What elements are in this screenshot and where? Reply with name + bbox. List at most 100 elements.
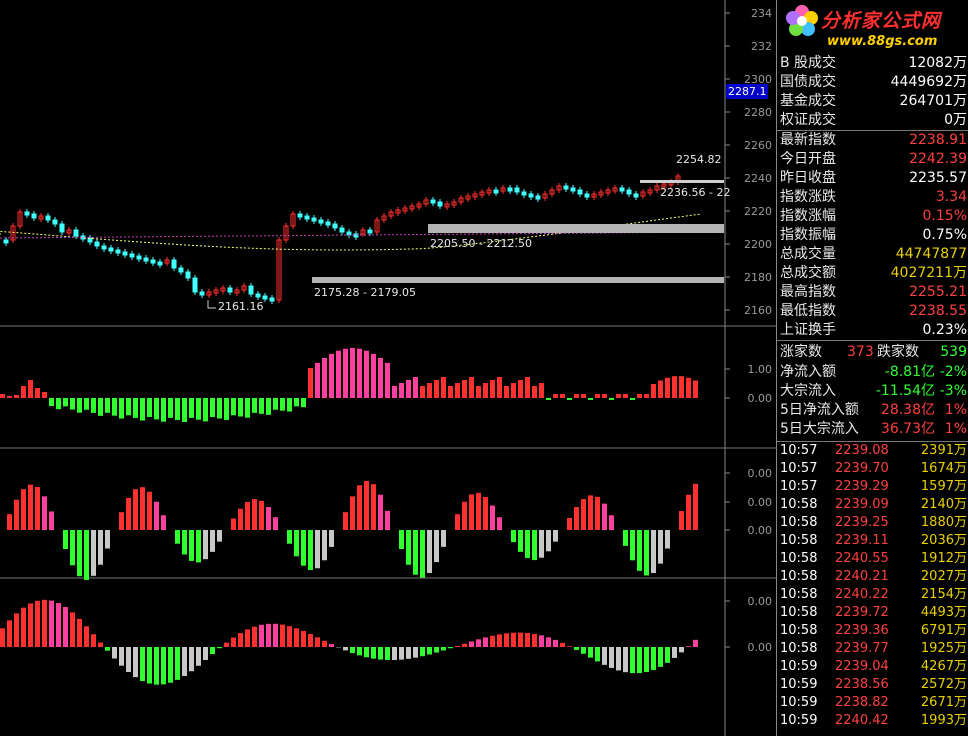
stat-label: 总成交量 xyxy=(780,246,836,262)
indicator1-bar xyxy=(476,386,481,398)
indicator1-bar xyxy=(637,394,642,398)
indicator1-bar xyxy=(322,358,327,398)
candle-body xyxy=(430,199,436,204)
indicator1-bar xyxy=(392,386,397,398)
indicator1-bar xyxy=(567,398,572,400)
stat-label: 今日开盘 xyxy=(780,151,836,167)
indicator2-bar xyxy=(434,530,439,563)
indicator3-bar xyxy=(567,646,572,647)
tick-time: 10:57 xyxy=(780,443,818,458)
indicator1-bar xyxy=(189,398,194,418)
site-logo: 分析家公式网 www.88gs.com xyxy=(777,0,968,52)
tick-price: 2239.77 xyxy=(835,641,889,656)
indicator1-bar xyxy=(161,398,166,422)
indicator2-bar xyxy=(399,530,404,549)
candle-body xyxy=(535,195,541,200)
indicator1-bar xyxy=(294,398,299,407)
price-tick-label: 2280 xyxy=(744,106,772,119)
chart-area[interactable]: 234 232 2300 2280 2260 2240 2220 2200 2180 2160 1.… xyxy=(0,0,776,736)
tick-time: 10:59 xyxy=(780,695,818,710)
indicator1-bar xyxy=(84,398,89,410)
candle-body xyxy=(199,291,205,296)
flow-amount: 36.73亿 xyxy=(880,421,935,437)
indicator1-bar xyxy=(105,398,110,413)
indicator3-bar xyxy=(280,624,285,647)
indicator3-bar xyxy=(504,633,509,647)
candle-body xyxy=(31,213,37,219)
candle-body xyxy=(143,257,149,262)
price-annotation: 2161.16 xyxy=(218,300,264,313)
indicator1-bar xyxy=(14,395,19,398)
indicator1-bar xyxy=(350,348,355,398)
indicator2-bar xyxy=(497,517,502,530)
indicator2-bar xyxy=(119,512,124,530)
indicator2-bar xyxy=(140,487,145,530)
indicator1-bar xyxy=(287,398,292,412)
indicator1-bar xyxy=(427,383,432,398)
chart-canvas[interactable]: 234232230022802260224022202200218021601.… xyxy=(0,0,776,736)
indicator3-bar xyxy=(406,647,411,659)
indicator3-bar xyxy=(287,626,292,647)
indicator1-bar xyxy=(686,377,691,398)
indicator3-bar xyxy=(147,647,152,684)
indicator3-bar xyxy=(525,632,530,647)
indicator2-bar xyxy=(203,530,208,560)
indicator1-bar xyxy=(7,396,12,398)
indicator3-bar xyxy=(490,635,495,647)
stat-label: 指数涨幅 xyxy=(780,208,836,224)
indicator3-bar xyxy=(616,647,621,671)
stat-row: 权证成交 0万 xyxy=(777,111,968,130)
indicator3-bar xyxy=(399,647,404,660)
indicator3-bar xyxy=(581,647,586,654)
indicator2-bar xyxy=(385,510,390,530)
indicator2-bar xyxy=(245,501,250,530)
indicator1-bar xyxy=(462,380,467,398)
indicator2-bar xyxy=(49,511,54,530)
indicator3-bar xyxy=(0,628,5,647)
indicator1-bar xyxy=(196,398,201,420)
indicator2-bar xyxy=(308,530,313,571)
candle-body xyxy=(269,297,275,302)
candle-body xyxy=(311,217,317,222)
stat-value: 2255.21 xyxy=(909,284,967,300)
indicator1-bar xyxy=(539,383,544,398)
indicator1-bar xyxy=(518,380,523,398)
stat-row: 上证换手 0.23% xyxy=(777,321,968,340)
tick-price: 2239.70 xyxy=(835,461,889,476)
indicator2-bar xyxy=(252,499,257,530)
indicator3-bar xyxy=(245,629,250,647)
stat-value: 2238.91 xyxy=(909,132,967,148)
indicator2-bar xyxy=(364,480,369,530)
tick-row: 10:58 2239.77 1925万 xyxy=(777,640,968,658)
candle-body xyxy=(3,239,9,244)
stat-label: 指数振幅 xyxy=(780,227,836,243)
indicator1-bar xyxy=(273,398,278,410)
flow-pct: 1% xyxy=(944,402,967,418)
tick-price: 2239.08 xyxy=(835,443,889,458)
indicator3-bar xyxy=(364,647,369,658)
candle-body xyxy=(178,267,184,273)
indicator2-bar xyxy=(406,530,411,565)
tick-time: 10:59 xyxy=(780,713,818,728)
tick-volume: 1912万 xyxy=(920,551,967,566)
stat-row: 国债成交 4449692万 xyxy=(777,73,968,92)
indicator1-bar xyxy=(490,380,495,398)
indicator1-bar xyxy=(378,358,383,398)
down-count-value: 539 xyxy=(940,344,967,360)
indicator3-bar xyxy=(343,647,348,651)
indicator2-bar xyxy=(532,530,537,561)
band-low xyxy=(312,277,724,283)
indicator3-bar xyxy=(203,647,208,661)
tick-row: 10:58 2240.55 1912万 xyxy=(777,550,968,568)
stat-value: 2238.55 xyxy=(909,303,967,319)
indicator3-bar xyxy=(511,632,516,647)
tick-time: 10:58 xyxy=(780,569,818,584)
indicator3-bar xyxy=(21,607,26,647)
tick-list[interactable]: 10:57 2239.08 2391万 10:57 2239.70 1674万 10:57 2… xyxy=(777,441,968,730)
stat-row: 指数涨幅 0.15% xyxy=(777,207,968,226)
candle-body xyxy=(577,189,583,195)
indicator1-bar xyxy=(259,398,264,414)
tick-time: 10:58 xyxy=(780,515,818,530)
stat-row: 总成交额 4027211万 xyxy=(777,264,968,283)
indicator2-bar xyxy=(413,530,418,575)
